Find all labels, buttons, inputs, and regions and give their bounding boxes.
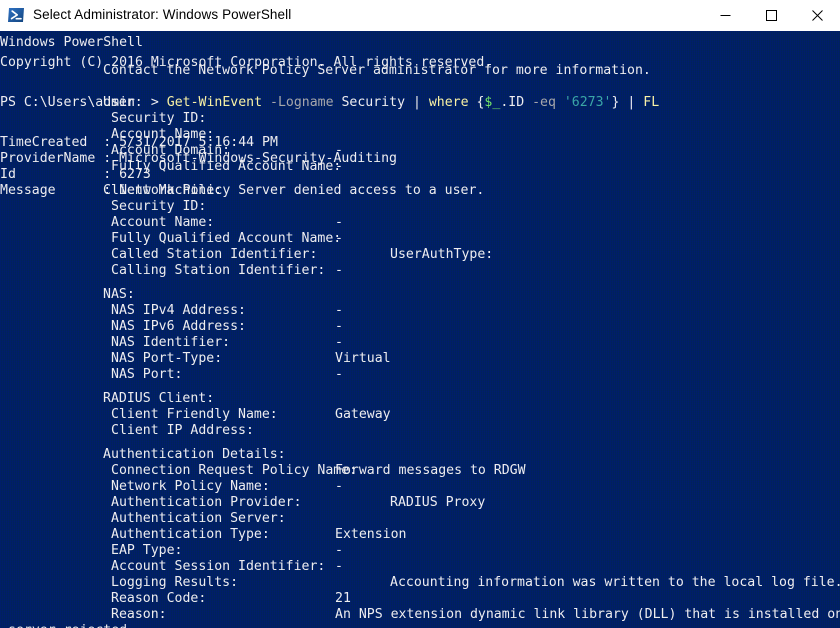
banner-line-1: Windows PowerShell [0,33,143,53]
row-value-logging-results: Accounting information was written to th… [390,573,840,593]
message-contact-line: Contact the Network Policy Server admini… [103,61,651,81]
cmd-token-brace-open: { [469,95,485,110]
row-value-reason-wrap-1: server rejected [8,621,127,628]
cmd-token-property: .ID [500,95,532,110]
console-text-area[interactable]: Windows PowerShell Copyright (C) 2016 Mi… [0,31,840,628]
cmd-token-space-2 [556,95,564,110]
maximize-button[interactable] [748,0,794,30]
minimize-button[interactable] [702,0,748,30]
window-title: Select Administrator: Windows PowerShell [33,0,702,30]
field-pad-id: : [16,167,119,182]
row-value-account-session-identifier: - [335,557,343,577]
window-controls [702,0,840,30]
prompt-caret: > [151,95,159,110]
field-label-id: Id [0,167,16,182]
powershell-icon [7,6,25,24]
cmd-token-get-winevent: Get-WinEvent [167,95,262,110]
field-row-message: Message : Network Policy Server denied a… [0,181,484,201]
row-value-client-friendly-name: Gateway [335,405,391,425]
row-value-user-fqan: - [335,157,343,177]
row-value-connection-request-policy-name: Forward messages to RDGW [335,461,526,481]
console-surface[interactable]: Windows PowerShell Copyright (C) 2016 Mi… [0,31,840,628]
cmd-token-fl: FL [643,95,659,110]
prompt-line[interactable]: PS C:\Users\admin > Get-WinEvent -Lognam… [0,93,659,113]
row-value-authentication-provider: RADIUS Proxy [390,493,485,513]
row-value-authentication-type: Extension [335,525,406,545]
field-label-timecreated: TimeCreated [0,135,87,150]
cmd-token-variable: $_ [484,95,500,110]
row-value-nas-port: - [335,365,343,385]
row-label-client-ip-address: Client IP Address: [111,421,254,441]
row-label-nas-port: NAS Port: [111,365,182,385]
powershell-window: Select Administrator: Windows PowerShell… [0,0,840,628]
cmd-token-string: '6273' [564,95,612,110]
row-value-reason: An NPS extension dynamic link library (D… [335,605,840,625]
cmd-token-security: Security | [334,95,429,110]
title-bar[interactable]: Select Administrator: Windows PowerShell [0,0,840,31]
row-value-client-fqan: - [335,229,343,249]
cmd-token-eq: -eq [532,95,556,110]
row-label-calling-station-identifier: Calling Station Identifier: [111,261,325,281]
field-label-providername: ProviderName [0,151,95,166]
prompt-gap [159,95,167,110]
cmd-token-space-1 [262,95,270,110]
row-value-calling-station-identifier: - [335,261,343,281]
field-label-message: Message [0,183,56,198]
cmd-token-brace-close: } | [612,95,644,110]
row-value-nas-port-type: Virtual [335,349,391,369]
row-label-user-fqan: Fully Qualified Account Name: [111,157,341,177]
row-value-user-auth-type: UserAuthType: [390,245,493,265]
cmd-token-where: where [429,95,469,110]
close-button[interactable] [794,0,840,30]
row-value-network-policy-name: - [335,477,343,497]
cmd-token-logname: -Logname [270,95,334,110]
